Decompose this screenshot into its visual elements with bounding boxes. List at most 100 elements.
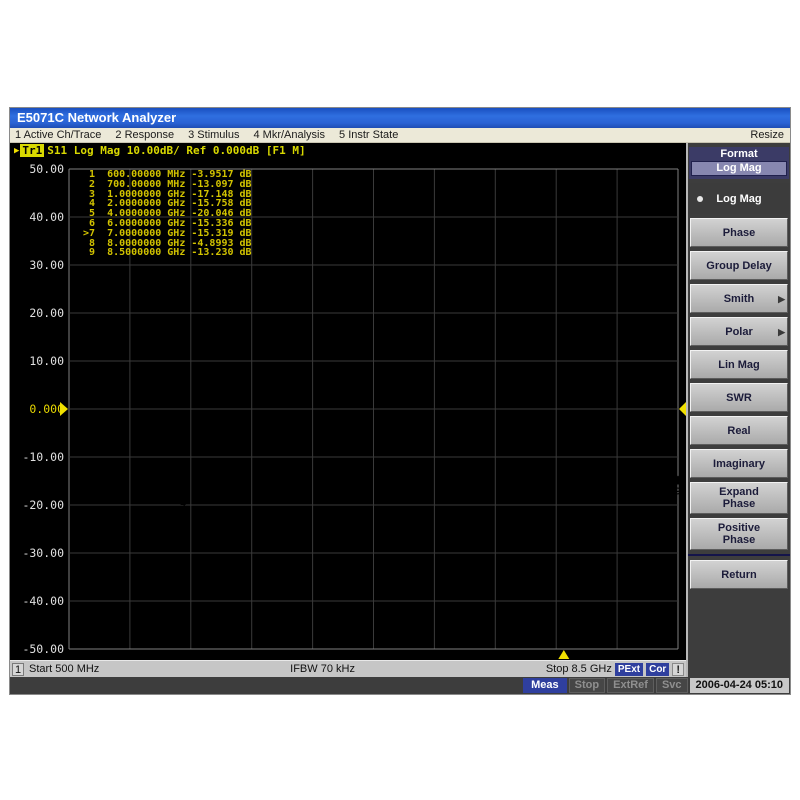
marker-number: 4 [180, 499, 186, 510]
softkey-button-polar[interactable]: Polar ▶ [690, 317, 788, 346]
stop-status-badge: Stop [569, 678, 605, 693]
extref-status-badge: ExtRef [607, 678, 654, 693]
submenu-arrow-icon: ▶ [778, 326, 785, 338]
pext-badge: PExt [615, 663, 643, 676]
softkey-label: Real [727, 425, 750, 437]
stimulus-marker [330, 650, 341, 659]
marker-number: 3 [104, 505, 110, 516]
active-trace-arrow-icon: ▶ [14, 146, 19, 156]
softkey-label: Polar [725, 326, 753, 338]
softkey-sidebar: Format Log Mag Log Mag Phase Group Delay Sm… [686, 143, 790, 677]
stop-frequency-label: Stop 8.5 GHz [546, 663, 612, 675]
softkey-button-imaginary[interactable]: Imaginary [690, 449, 788, 478]
marker-symbol [330, 508, 340, 517]
y-axis-label: 10.00 [29, 354, 64, 368]
marker-symbol [178, 488, 188, 497]
stimulus-marker [178, 650, 189, 659]
y-axis-label: 0.000 [29, 402, 64, 416]
softkey-label: Phase [723, 227, 755, 239]
softkey-label: Smith [724, 293, 755, 305]
y-axis-label: 20.00 [29, 306, 64, 320]
plot-area[interactable]: 50.0040.0030.0020.0010.000.000-10.00-20.… [10, 159, 686, 659]
trace-info-bar: ▶Tr1S11 Log Mag 10.00dB/ Ref 0.000dB [F1… [10, 143, 686, 159]
y-axis-label: 50.00 [29, 162, 64, 176]
meas-status-badge: Meas [523, 678, 567, 693]
resize-button[interactable]: Resize [750, 129, 784, 141]
softkey-buttons: Log Mag Phase Group Delay Smith ▶ Polar ▶ Lin M… [688, 183, 790, 589]
title-bar[interactable]: E5071C Network Analyzer [10, 108, 790, 128]
selected-bullet-icon [697, 196, 703, 202]
softkey-button-swr[interactable]: SWR [690, 383, 788, 412]
y-axis-label: -30.00 [22, 546, 64, 560]
marker-symbol [483, 486, 493, 495]
alert-indicator: ! [672, 663, 684, 676]
y-axis-label: -50.00 [22, 642, 64, 656]
softkey-menu-title: Format [691, 148, 787, 160]
y-axis-label: -20.00 [22, 498, 64, 512]
menu-item-active-ch-trace[interactable]: 1 Active Ch/Trace [15, 129, 101, 141]
marker-number: 5 [332, 519, 338, 530]
stimulus-marker [673, 650, 684, 659]
menu-item-response[interactable]: 2 Response [115, 129, 174, 141]
softkey-label: Return [721, 569, 756, 581]
softkey-label: SWR [726, 392, 752, 404]
softkey-button-smith[interactable]: Smith ▶ [690, 284, 788, 313]
instrument-screen: ▶Tr1S11 Log Mag 10.00dB/ Ref 0.000dB [F1… [10, 143, 686, 677]
y-axis-label: -40.00 [22, 594, 64, 608]
softkey-separator [688, 554, 790, 556]
marker-number: 8 [637, 447, 643, 458]
ref-level-arrow-left [60, 402, 68, 416]
ifbw-label: IFBW 70 kHz [99, 663, 546, 675]
marker-number: 9 [675, 487, 681, 498]
softkey-current-value: Log Mag [691, 161, 787, 176]
trace-number-badge: Tr1 [20, 144, 44, 157]
softkey-button-positive-phase[interactable]: Positive Phase [690, 518, 788, 550]
softkey-button-phase[interactable]: Phase [690, 218, 788, 247]
softkey-label: Group Delay [706, 260, 771, 272]
marker-number: 7 [561, 460, 567, 471]
marker-symbol [102, 494, 112, 503]
marker-symbol [635, 436, 645, 445]
marker-number: 2 [81, 486, 87, 497]
stimulus-marker [558, 650, 569, 659]
marker-symbol [79, 475, 89, 484]
softkey-label: Positive Phase [718, 522, 760, 546]
softkey-button-expand-phase[interactable]: Expand Phase [690, 482, 788, 514]
softkey-button-group-delay[interactable]: Group Delay [690, 251, 788, 280]
menu-bar: 1 Active Ch/Trace 2 Response 3 Stimulus 4 M… [10, 128, 790, 143]
softkey-button-return[interactable]: Return [690, 560, 788, 589]
cor-badge: Cor [646, 663, 669, 676]
y-axis-label: -10.00 [22, 450, 64, 464]
softkey-button-lin-mag[interactable]: Lin Mag [690, 350, 788, 379]
softkey-button-log-mag[interactable]: Log Mag [688, 183, 790, 214]
softkey-label: Expand Phase [719, 486, 759, 510]
marker-symbol-active [559, 471, 569, 480]
submenu-arrow-icon: ▶ [778, 293, 785, 305]
stimulus-marker [79, 650, 90, 659]
marker-symbol [72, 431, 82, 440]
start-frequency-label: Start 500 MHz [29, 663, 99, 675]
softkey-label: Imaginary [713, 458, 765, 470]
marker-number: 1 [74, 442, 80, 453]
softkey-label: Lin Mag [718, 359, 760, 371]
stimulus-marker [634, 650, 645, 659]
window-title: E5071C Network Analyzer [17, 110, 176, 125]
trace-settings-text: S11 Log Mag 10.00dB/ Ref 0.000dB [F1 M] [47, 144, 305, 157]
svc-status-badge: Svc [656, 678, 688, 693]
marker-number: 6 [485, 497, 491, 508]
main-area: ▶Tr1S11 Log Mag 10.00dB/ Ref 0.000dB [F1… [10, 143, 790, 677]
stimulus-marker [482, 650, 493, 659]
channel-number-box: 1 [12, 663, 24, 676]
instrument-status-bar: Meas Stop ExtRef Svc 2006-04-24 05:10 [10, 677, 790, 694]
menu-item-mkr-analysis[interactable]: 4 Mkr/Analysis [253, 129, 325, 141]
marker-table: 1 600.00000 MHz -3.9517 dB 2 700.00000 M… [83, 170, 252, 258]
softkey-header: Format Log Mag [689, 147, 789, 179]
y-axis-label: 30.00 [29, 258, 64, 272]
softkey-button-real[interactable]: Real [690, 416, 788, 445]
ref-level-arrow-right [679, 402, 686, 416]
marker-table-row: 9 8.5000000 GHz -13.230 dB [83, 248, 252, 258]
menu-item-stimulus[interactable]: 3 Stimulus [188, 129, 239, 141]
analyzer-window: E5071C Network Analyzer 1 Active Ch/Trac… [10, 108, 790, 694]
menu-item-instr-state[interactable]: 5 Instr State [339, 129, 398, 141]
softkey-label: Log Mag [716, 193, 761, 205]
